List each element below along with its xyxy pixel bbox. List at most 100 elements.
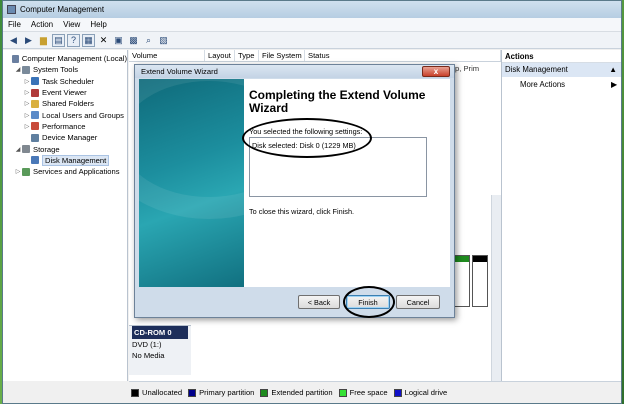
volume-column-headers: Volume Layout Type File System Status (129, 50, 501, 62)
legend-label: Extended partition (271, 388, 333, 397)
properties-icon[interactable]: ▦ (82, 33, 95, 47)
legend-item: Logical drive (393, 388, 448, 397)
tree-node-icon (22, 167, 30, 176)
toolbar: ◀ ▶ ▆ ▤ ? ▦ ✕ ▣ ▩ ⌕ ▧ (3, 32, 621, 49)
dialog-close-button[interactable]: x (422, 66, 450, 77)
column-layout[interactable]: Layout (205, 50, 235, 61)
actions-section-disk-management[interactable]: Disk Management ▲ (502, 63, 621, 77)
help-icon[interactable]: ? (67, 33, 80, 47)
menu-action[interactable]: Action (26, 20, 58, 29)
menu-help[interactable]: Help (85, 20, 111, 29)
legend-label: Unallocated (142, 388, 183, 397)
tree-node-label: Storage (33, 144, 60, 154)
tree-node-icon (11, 54, 19, 63)
settings-icon[interactable]: ▣ (112, 34, 125, 47)
more-actions-label: More Actions (520, 80, 566, 89)
legend-label: Logical drive (404, 388, 448, 397)
tree-node[interactable]: ▷ Task Scheduler (3, 76, 127, 87)
tree-node[interactable]: ▷ Event Viewer (3, 87, 127, 98)
menu-file[interactable]: File (3, 20, 26, 29)
tree-node[interactable]: ▷ Services and Applications (3, 166, 127, 177)
back-button[interactable]: < Back (298, 295, 340, 309)
tree-node[interactable]: ◢ Storage (3, 143, 127, 154)
expand-arrow-icon[interactable]: ▷ (23, 112, 31, 119)
computer-management-icon (7, 5, 16, 14)
expand-arrow-icon[interactable]: ◢ (14, 146, 22, 153)
cdrom-type: DVD (1:) (132, 340, 162, 349)
tree-node-label: Event Viewer (42, 88, 87, 98)
zoom-icon[interactable]: ▧ (157, 34, 170, 47)
dialog-body: Completing the Extend Volume Wizard You … (139, 79, 450, 287)
actions-header: Actions (502, 50, 621, 63)
tree-node[interactable]: Device Manager (3, 132, 127, 143)
extend-volume-wizard-dialog: Extend Volume Wizard x Completing the Ex… (134, 64, 455, 318)
expand-arrow-icon[interactable]: ▷ (23, 89, 31, 96)
tree-node-icon (31, 77, 39, 86)
tree-node-icon (31, 88, 39, 97)
actions-pane: Actions Disk Management ▲ More Actions ▶ (501, 50, 621, 381)
legend-swatch (131, 388, 139, 397)
column-volume[interactable]: Volume (129, 50, 205, 61)
more-actions-item[interactable]: More Actions ▶ (502, 77, 621, 93)
tree-node[interactable]: ▷ Local Users and Groups (3, 109, 127, 120)
disk-icon[interactable]: ▩ (127, 34, 140, 47)
tree-node-icon (31, 111, 39, 120)
submenu-arrow-icon: ▶ (611, 80, 617, 89)
tree-node[interactable]: ▷ Shared Folders (3, 98, 127, 109)
partition-block[interactable] (454, 255, 470, 307)
tree-node-label: Services and Applications (33, 167, 120, 177)
tree-node-icon (31, 122, 39, 131)
window-titlebar: Computer Management (3, 1, 621, 18)
legend-swatch (260, 388, 269, 397)
folder-icon[interactable]: ▆ (37, 34, 50, 47)
tree-node-icon (22, 145, 30, 154)
column-file-system[interactable]: File System (259, 50, 305, 61)
expand-arrow-icon[interactable]: ▷ (14, 168, 22, 175)
search-icon[interactable]: ⌕ (142, 34, 155, 47)
dialog-titlebar: Extend Volume Wizard (135, 65, 454, 78)
console-tree-icon[interactable]: ▤ (52, 33, 65, 47)
legend-swatch (393, 388, 402, 397)
column-status[interactable]: Status (305, 50, 501, 61)
legend-label: Free space (349, 388, 388, 397)
tree-node-label: System Tools (33, 65, 79, 75)
legend-swatch (338, 388, 347, 397)
vertical-scrollbar[interactable] (491, 195, 501, 381)
tree-node-label: Local Users and Groups (42, 110, 124, 120)
cdrom-status: No Media (132, 351, 165, 360)
wizard-heading: Completing the Extend Volume Wizard (249, 88, 426, 115)
back-arrow-icon[interactable]: ◀ (7, 34, 20, 47)
column-type[interactable]: Type (235, 50, 259, 61)
legend-item: Unallocated (131, 388, 182, 397)
tree-node-label: Device Manager (42, 133, 98, 143)
tree-node-label: Performance (42, 121, 86, 131)
forward-arrow-icon[interactable]: ▶ (22, 34, 35, 47)
legend-swatch (188, 388, 197, 397)
legend-item: Free space (338, 388, 388, 397)
cancel-button[interactable]: Cancel (396, 295, 440, 309)
tree-node-label: Disk Management (42, 154, 110, 166)
cdrom-disk-info: CD-ROM 0 DVD (1:) No Media (129, 325, 191, 375)
disk-legend: Unallocated Primary partition Extended par… (129, 381, 621, 403)
tree-node-label: Shared Folders (42, 99, 94, 109)
expand-arrow-icon[interactable]: ◢ (14, 66, 22, 73)
expand-arrow-icon[interactable]: ▷ (23, 100, 31, 107)
tree-node[interactable]: ◢ System Tools (3, 64, 127, 75)
expand-arrow-icon[interactable]: ▷ (23, 78, 31, 85)
annotation-oval-finish (343, 286, 395, 318)
delete-icon[interactable]: ✕ (97, 34, 110, 47)
cdrom-header: CD-ROM 0 (132, 326, 188, 339)
tree-node[interactable]: ▷ Performance (3, 121, 127, 132)
collapse-up-icon: ▲ (609, 65, 617, 74)
tree-node-icon (31, 133, 39, 142)
partition-block[interactable] (472, 255, 488, 307)
expand-arrow-icon[interactable]: ▷ (23, 123, 31, 130)
legend-label: Primary partition (199, 388, 255, 397)
tree-node[interactable]: Disk Management (3, 154, 127, 166)
menu-view[interactable]: View (58, 20, 85, 29)
window-title: Computer Management (20, 5, 105, 14)
tree-node[interactable]: Computer Management (Local) (3, 53, 127, 64)
legend-item: Extended partition (260, 388, 333, 397)
tree-node-icon (22, 65, 30, 74)
legend-item: Primary partition (188, 388, 254, 397)
